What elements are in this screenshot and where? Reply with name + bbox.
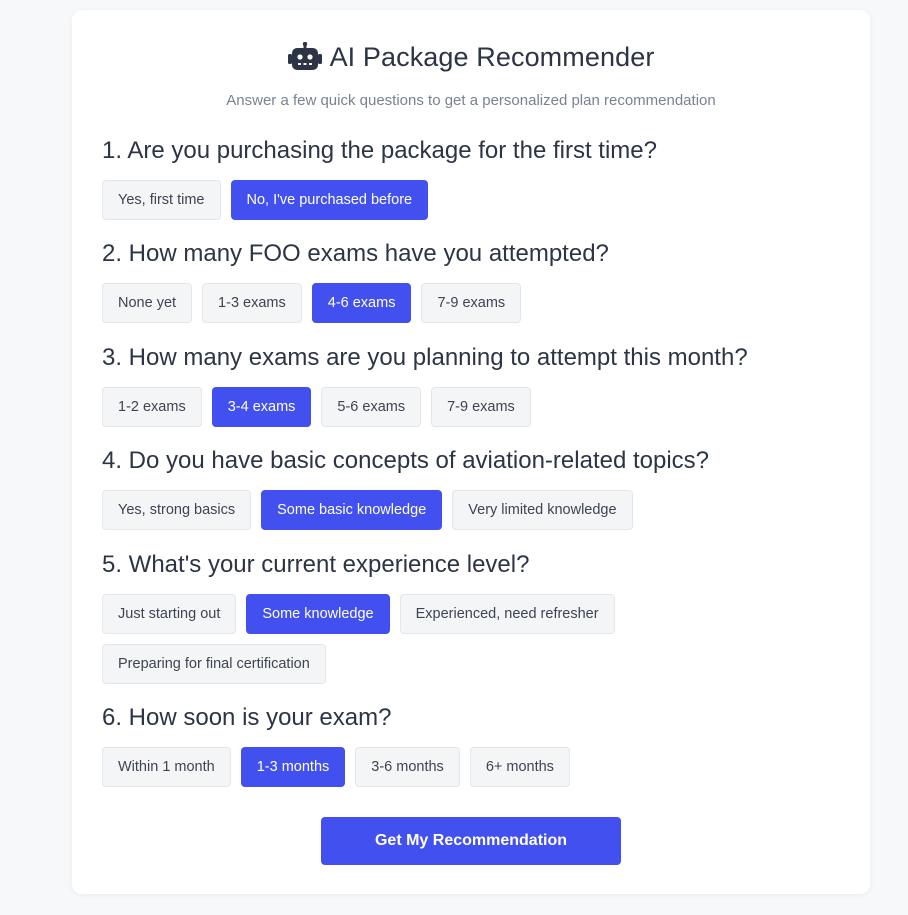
option-button[interactable]: Just starting out: [102, 594, 237, 634]
option-button-selected[interactable]: Some basic knowledge: [261, 490, 443, 530]
question-3: 3. How many exams are you planning to at…: [102, 343, 840, 427]
option-button[interactable]: 3-6 months: [355, 747, 460, 787]
option-button-selected[interactable]: 1-3 months: [240, 747, 346, 787]
header: AI Package Recommender Answer a few quic…: [72, 40, 870, 110]
question-label: 1. Are you purchasing the package for th…: [102, 137, 657, 164]
option-button-selected[interactable]: No, I've purchased before: [230, 180, 429, 220]
option-button[interactable]: 1-2 exams: [102, 387, 202, 427]
option-button[interactable]: Yes, first time: [102, 180, 221, 220]
recommender-card: AI Package Recommender Answer a few quic…: [72, 10, 870, 894]
question-label: 4. Do you have basic concepts of aviatio…: [102, 447, 710, 474]
robot-icon: [287, 41, 322, 72]
option-button[interactable]: Preparing for final certification: [102, 644, 326, 684]
question-label: 3. How many exams are you planning to at…: [102, 344, 748, 371]
option-button[interactable]: 6+ months: [469, 747, 570, 787]
option-button[interactable]: 5-6 exams: [321, 387, 422, 427]
option-group: Yes, first time No, I've purchased befor…: [102, 180, 662, 220]
question-label: 5. What's your current experience level?: [102, 551, 530, 578]
option-button[interactable]: 7-9 exams: [431, 387, 531, 427]
question-5: 5. What's your current experience level?…: [102, 550, 840, 684]
page-subtitle: Answer a few quick questions to get a pe…: [226, 92, 716, 109]
page-title: AI Package Recommender: [329, 41, 655, 72]
question-6: 6. How soon is your exam? Within 1 month…: [102, 703, 840, 787]
get-recommendation-button[interactable]: Get My Recommendation: [321, 817, 621, 865]
option-button[interactable]: 7-9 exams: [421, 283, 522, 323]
question-label: 2. How many FOO exams have you attempted…: [102, 240, 609, 267]
option-group: Just starting out Some knowledge Experie…: [102, 594, 662, 684]
option-button[interactable]: Yes, strong basics: [102, 490, 252, 530]
title-row: AI Package Recommender: [72, 40, 870, 74]
option-group: Within 1 month 1-3 months 3-6 months 6+ …: [102, 747, 662, 787]
option-button[interactable]: Very limited knowledge: [452, 490, 633, 530]
option-group: Yes, strong basics Some basic knowledge …: [102, 490, 662, 530]
question-2: 2. How many FOO exams have you attempted…: [102, 239, 840, 323]
option-button[interactable]: 1-3 exams: [202, 283, 302, 323]
option-button-selected[interactable]: Some knowledge: [246, 594, 390, 634]
question-1: 1. Are you purchasing the package for th…: [102, 136, 840, 220]
option-button-selected[interactable]: 3-4 exams: [211, 387, 312, 427]
question-label: 6. How soon is your exam?: [102, 704, 392, 731]
option-button[interactable]: None yet: [102, 283, 193, 323]
question-4: 4. Do you have basic concepts of aviatio…: [102, 446, 840, 530]
option-button[interactable]: Experienced, need refresher: [399, 594, 615, 634]
option-group: None yet 1-3 exams 4-6 exams 7-9 exams: [102, 283, 662, 323]
option-button[interactable]: Within 1 month: [102, 747, 231, 787]
option-group: 1-2 exams 3-4 exams 5-6 exams 7-9 exams: [102, 387, 662, 427]
option-button-selected[interactable]: 4-6 exams: [311, 283, 412, 323]
